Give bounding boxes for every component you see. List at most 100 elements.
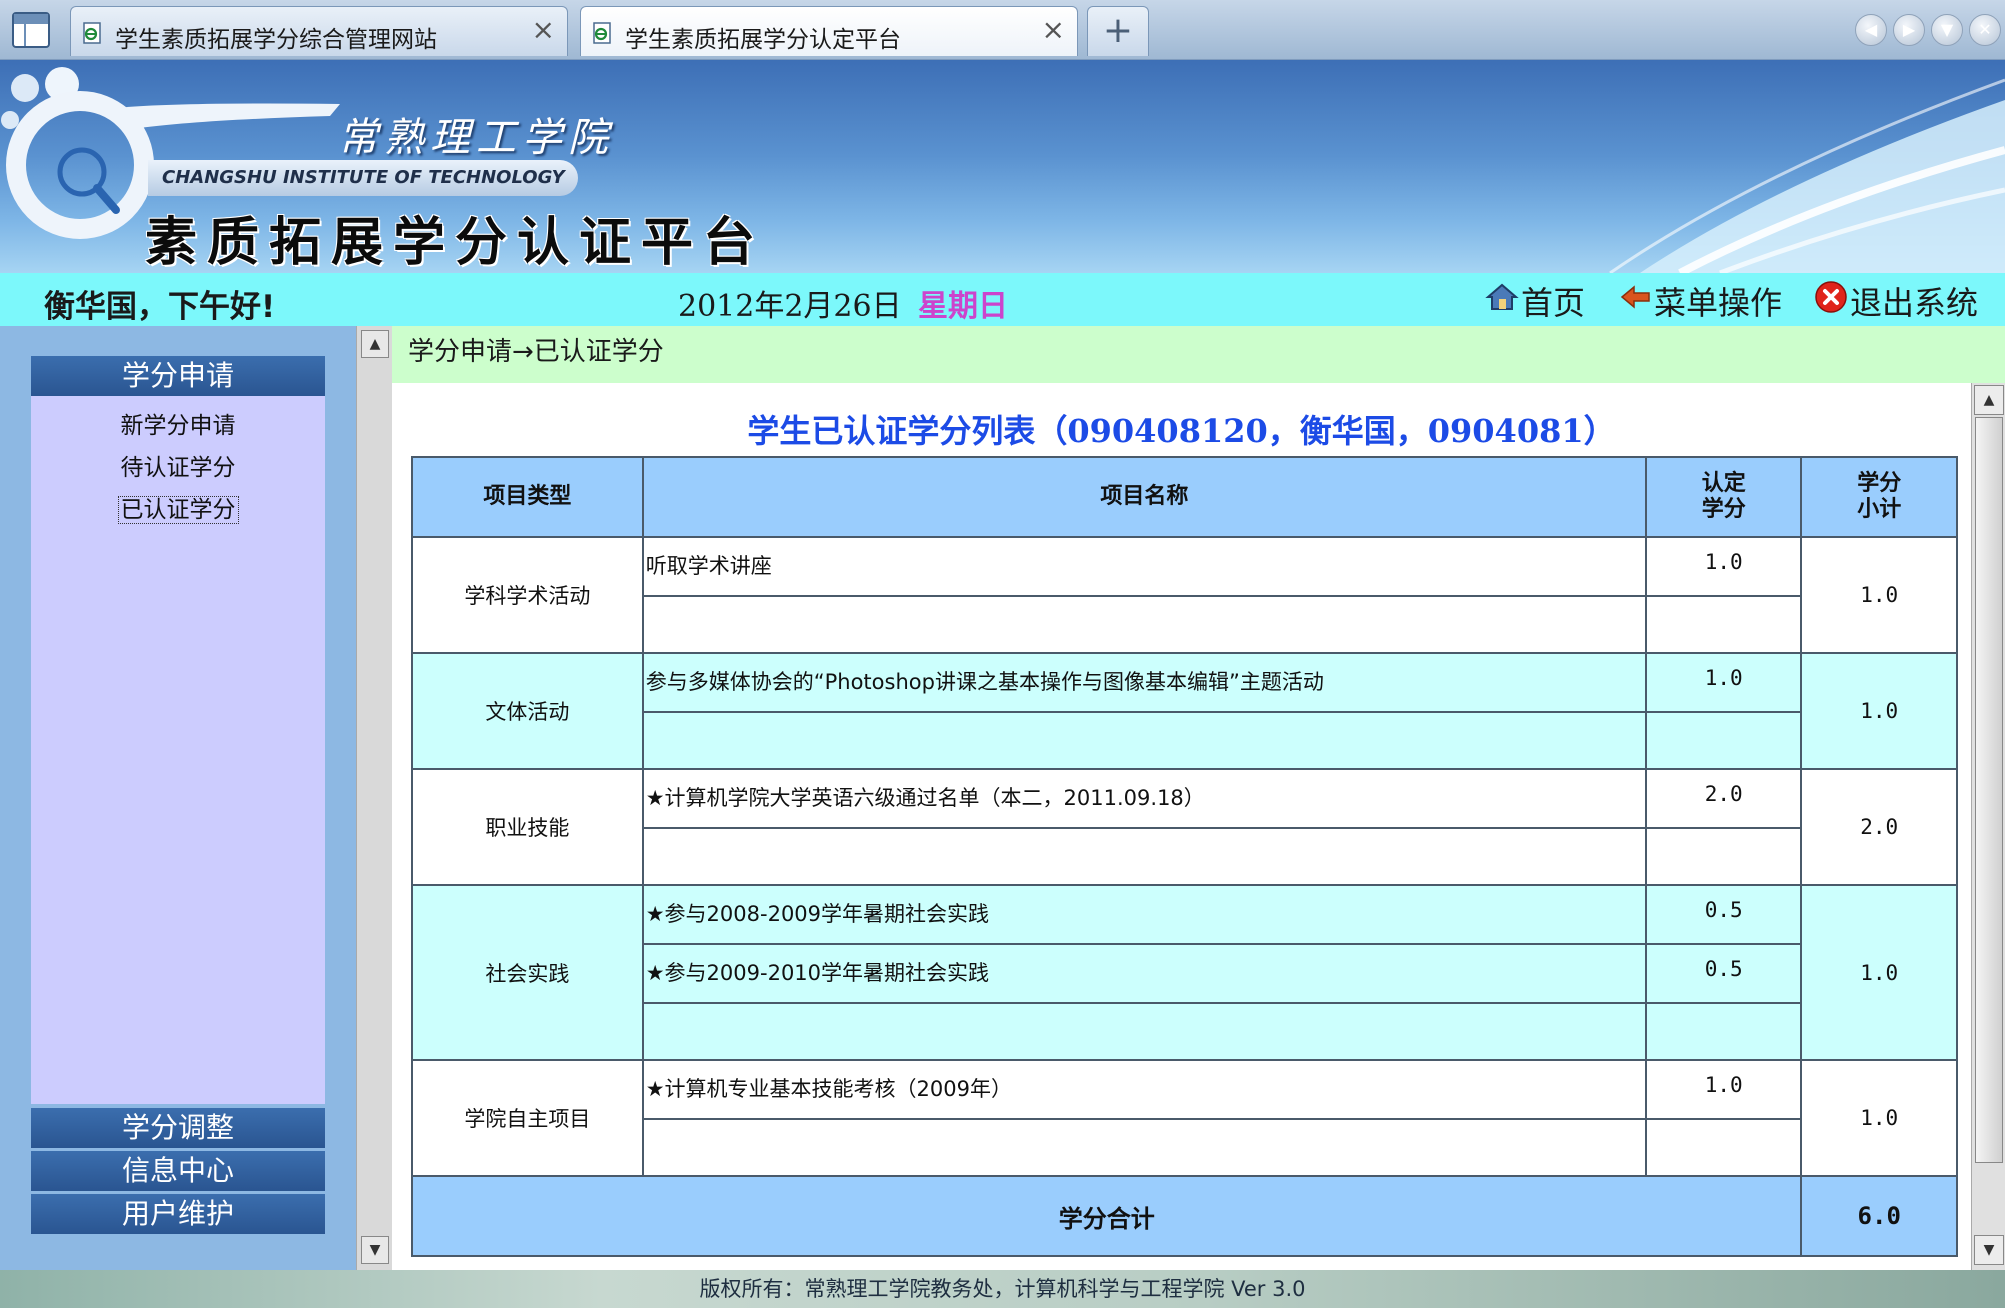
blank-name-cell: [641, 827, 1647, 886]
browser-tab-bar: 学生素质拓展学分综合管理网站 × 学生素质拓展学分认定平台 × + ◀ ▶ ▼ …: [0, 0, 2005, 60]
logout-label: 退出系统: [1850, 284, 1979, 322]
credit-cell: 0.5: [1644, 884, 1803, 945]
sidebar-item-certified-credit[interactable]: 已认证学分: [31, 490, 325, 524]
table-row-blank: [412, 827, 1957, 886]
project-type-cell: 学科学术活动: [411, 536, 644, 654]
ie-page-icon: [81, 21, 105, 45]
blank-name-cell: [641, 595, 1647, 654]
sidebar-item-label: 新学分申请: [120, 413, 236, 439]
close-tab-icon[interactable]: ×: [1042, 15, 1065, 45]
table-row: 文体活动 参与多媒体协会的“Photoshop讲课之基本操作与图像基本编辑”主题…: [411, 652, 1958, 770]
project-name-cell: ★计算机专业基本技能考核（2009年）: [641, 1059, 1647, 1120]
frame-splitter[interactable]: ▲ ▼: [356, 326, 392, 1270]
header-credit: 认定 学分: [1644, 456, 1803, 538]
home-label: 首页: [1521, 284, 1586, 322]
sidebar-item-pending-credit[interactable]: 待认证学分: [31, 448, 325, 482]
splitter-down-arrow-icon[interactable]: ▼: [361, 1236, 389, 1264]
content-scrollbar[interactable]: ▲ ▼: [1971, 383, 2005, 1270]
subtotal-cell: 1.0: [1800, 536, 1958, 654]
project-name-cell: ★参与2008-2009学年暑期社会实践: [641, 884, 1647, 945]
blank-credit-cell: [1644, 1118, 1803, 1177]
left-sidebar: 学分申请 新学分申请 待认证学分 已认证学分 学分调整 信息中心 用户维护: [0, 326, 356, 1270]
credit-cell: 1.0: [1644, 1059, 1803, 1120]
subtotal-cell: 1.0: [1800, 652, 1958, 770]
table-row: 社会实践 ★参与2008-2009学年暑期社会实践 0.5 1.0: [411, 884, 1958, 1061]
project-type-cell: 社会实践: [411, 884, 644, 1061]
credit-cell: 1.0: [1644, 652, 1803, 713]
blank-credit-cell: [1644, 711, 1803, 770]
current-date: 2012年2月26日: [678, 289, 902, 324]
scroll-down-arrow-icon[interactable]: ▼: [1974, 1235, 2004, 1265]
menu-info-center[interactable]: 信息中心: [31, 1151, 325, 1191]
table-row: 职业技能 ★计算机学院大学英语六级通过名单（本二，2011.09.18） 2.0…: [411, 768, 1958, 886]
menu-credit-adjust[interactable]: 学分调整: [31, 1108, 325, 1148]
scrollbar-thumb[interactable]: [1975, 417, 2003, 1163]
ie-page-icon: [591, 21, 615, 45]
school-name-en: CHANGSHU INSTITUTE OF TECHNOLOGY: [148, 160, 578, 196]
home-house-icon: [1485, 280, 1521, 322]
table-row-blank: [412, 595, 1957, 654]
close-tab-icon[interactable]: ×: [532, 15, 555, 45]
table-row-blank: [412, 1118, 1957, 1177]
sidebar-item-new-credit[interactable]: 新学分申请: [31, 406, 325, 440]
sidebar-item-label: 已认证学分: [117, 496, 239, 524]
tab-credit-management-site[interactable]: 学生素质拓展学分综合管理网站 ×: [70, 6, 568, 56]
project-name-cell: 听取学术讲座: [641, 536, 1647, 597]
project-name-cell: 参与多媒体协会的“Photoshop讲课之基本操作与图像基本编辑”主题活动: [641, 652, 1647, 713]
user-greeting: 衡华国，下午好!: [44, 289, 276, 325]
credit-apply-submenu: 新学分申请 待认证学分 已认证学分: [31, 396, 325, 1104]
project-name-cell: ★参与2009-2010学年暑期社会实践: [641, 943, 1647, 1004]
subtotal-cell: 1.0: [1800, 884, 1958, 1061]
new-tab-button[interactable]: +: [1087, 6, 1149, 56]
blank-name-cell: [641, 1002, 1647, 1061]
total-value: 6.0: [1800, 1175, 1958, 1257]
main-content: 学分申请→已认证学分 学生已认证学分列表（090408120，衡华国，09040…: [392, 326, 2005, 1270]
scroll-tabs-left-icon[interactable]: ◀: [1855, 14, 1887, 46]
tab-list-dropdown-icon[interactable]: ▼: [1931, 14, 1963, 46]
page-title: 学生已认证学分列表（090408120，衡华国，0904081）: [747, 412, 1616, 450]
subtotal-cell: 1.0: [1800, 1059, 1958, 1177]
blank-name-cell: [641, 1118, 1647, 1177]
splitter-up-arrow-icon[interactable]: ▲: [361, 330, 389, 358]
tab-credit-certification-platform[interactable]: 学生素质拓展学分认定平台 ×: [580, 6, 1078, 56]
header-subtotal: 学分 小计: [1800, 456, 1958, 538]
site-banner: 常熟理工学院 CHANGSHU INSTITUTE OF TECHNOLOGY …: [0, 60, 2005, 273]
menu-operation-link[interactable]: 菜单操作: [1618, 281, 1783, 322]
table-row-blank: [412, 1002, 1957, 1061]
blank-name-cell: [641, 711, 1647, 770]
credit-cell: 2.0: [1644, 768, 1803, 829]
table-row: 学院自主项目 ★计算机专业基本技能考核（2009年） 1.0 1.0: [411, 1059, 1958, 1177]
tab-label: 学生素质拓展学分综合管理网站: [115, 27, 437, 53]
scroll-tabs-right-icon[interactable]: ▶: [1893, 14, 1925, 46]
footer-copyright: 版权所有：常熟理工学院教务处，计算机科学与工程学院 Ver 3.0: [0, 1270, 2005, 1308]
info-bar: 衡华国，下午好! 2012年2月26日 星期日 首页 菜单操作 退出系统: [0, 273, 2005, 326]
credit-cell: 1.0: [1644, 536, 1803, 597]
red-close-icon: [1814, 280, 1850, 322]
table-row-blank: [412, 711, 1957, 770]
blank-credit-cell: [1644, 595, 1803, 654]
table-row: 学科学术活动 听取学术讲座 1.0 1.0: [411, 536, 1958, 654]
menu-operation-label: 菜单操作: [1654, 284, 1783, 322]
breadcrumb: 学分申请→已认证学分: [392, 326, 2005, 383]
certified-credits-table: 项目类型 项目名称 认定 学分 学分 小计 学科学术活动 听取学术讲座 1.0 1.…: [410, 456, 1958, 1257]
home-link[interactable]: 首页: [1485, 280, 1586, 322]
tab-label: 学生素质拓展学分认定平台: [625, 27, 901, 53]
window-icon[interactable]: [12, 12, 50, 48]
blank-credit-cell: [1644, 827, 1803, 886]
menu-credit-apply[interactable]: 学分申请: [31, 356, 325, 396]
header-project-type: 项目类型: [411, 456, 644, 538]
current-weekday: 星期日: [918, 289, 1008, 324]
scroll-up-arrow-icon[interactable]: ▲: [1974, 385, 2004, 415]
logout-link[interactable]: 退出系统: [1814, 280, 1979, 322]
tab-scroll-controls: ◀ ▶ ▼ ✕: [1855, 14, 2001, 46]
credit-cell: 0.5: [1644, 943, 1803, 1004]
menu-user-maintenance[interactable]: 用户维护: [31, 1194, 325, 1234]
subtotal-cell: 2.0: [1800, 768, 1958, 886]
tab-close-all-icon[interactable]: ✕: [1969, 14, 2001, 46]
project-type-cell: 文体活动: [411, 652, 644, 770]
project-name-cell: ★计算机学院大学英语六级通过名单（本二，2011.09.18）: [641, 768, 1647, 829]
platform-title: 素质拓展学分认证平台: [145, 213, 766, 273]
table-row: ★参与2009-2010学年暑期社会实践 0.5: [412, 943, 1957, 1004]
sidebar-item-label: 待认证学分: [120, 455, 236, 481]
header-project-name: 项目名称: [641, 456, 1647, 538]
